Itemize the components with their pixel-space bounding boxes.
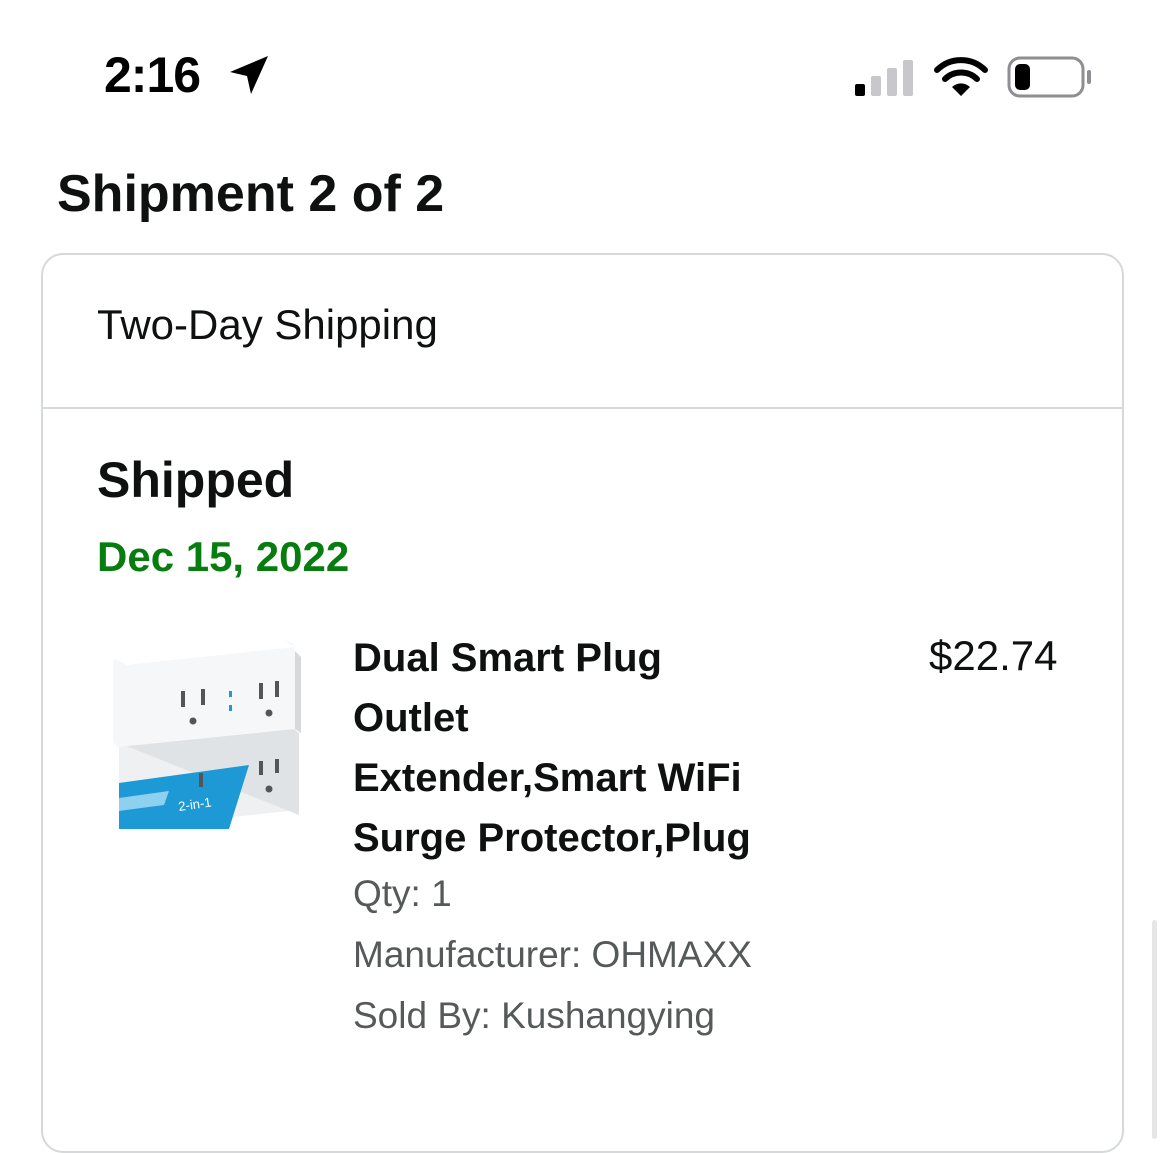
shipment-status: Shipped — [97, 452, 295, 508]
divider — [43, 407, 1122, 409]
shipment-card: Two-Day Shipping Shipped Dec 15, 2022 2-… — [41, 253, 1124, 1153]
status-time: 2:16 — [104, 47, 201, 103]
item-seller: Sold By: Kushangying — [353, 995, 716, 1036]
item-price: $22.74 — [929, 632, 1058, 679]
shipment-date: Dec 15, 2022 — [97, 533, 350, 580]
shipment-title: Shipment 2 of 2 — [57, 165, 445, 223]
wifi-icon — [934, 57, 988, 96]
product-title-link[interactable]: Dual Smart Plug Outlet Extender,Smart Wi… — [353, 628, 833, 868]
smart-plug-product-image[interactable]: 2-in-1 — [109, 633, 309, 833]
product-title-line: Dual Smart Plug — [353, 636, 662, 680]
battery-icon — [1007, 56, 1091, 98]
scrollbar[interactable] — [1152, 920, 1157, 1139]
product-title-line: Extender,Smart WiFi — [353, 756, 742, 800]
item-manufacturer: Manufacturer: OHMAXX — [353, 934, 752, 975]
cellular-signal-icon — [855, 60, 913, 96]
location-arrow-icon — [230, 56, 268, 94]
product-title-line: Outlet — [353, 696, 469, 740]
item-quantity: Qty: 1 — [353, 873, 452, 914]
status-bar: 2:16 — [0, 0, 1169, 150]
product-title-line: Surge Protector,Plug — [353, 816, 751, 860]
delivery-speed: Two-Day Shipping — [97, 301, 438, 348]
